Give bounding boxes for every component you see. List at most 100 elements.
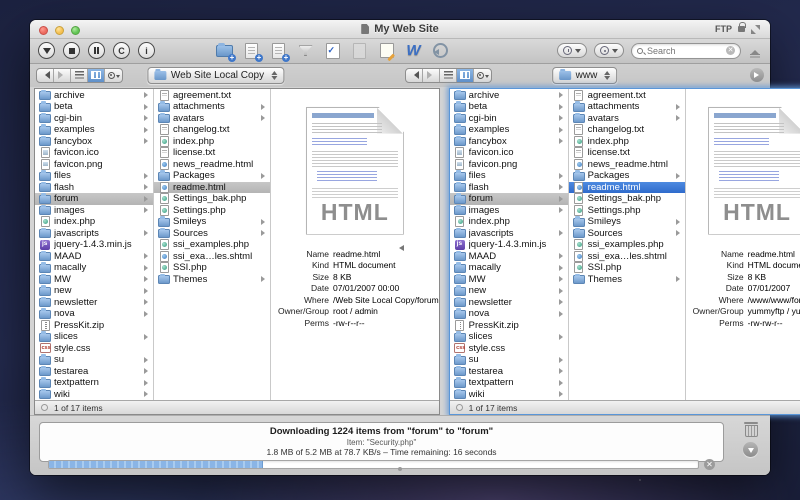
list-item[interactable]: examples (35, 124, 153, 136)
list-item[interactable]: MW (450, 274, 568, 286)
pause-button[interactable] (88, 42, 105, 59)
list-item[interactable]: jquery-1.4.3.min.js (450, 239, 568, 251)
list-item[interactable]: favicon.ico (450, 147, 568, 159)
list-item[interactable]: SSI.php (154, 262, 270, 274)
list-item[interactable]: testarea (450, 366, 568, 378)
forward-button[interactable] (423, 69, 440, 82)
list-item[interactable]: archive (35, 90, 153, 102)
list-item[interactable]: images (35, 205, 153, 217)
list-item[interactable]: flash (450, 182, 568, 194)
list-item[interactable]: Settings.php (569, 205, 685, 217)
fullscreen-icon[interactable] (751, 25, 760, 34)
list-item[interactable]: cgi-bin (450, 113, 568, 125)
right-path-popup[interactable]: www (552, 67, 618, 84)
list-item[interactable]: SSI.php (569, 262, 685, 274)
list-item[interactable]: readme.html (569, 182, 685, 194)
list-item[interactable]: textpattern (35, 377, 153, 389)
list-item[interactable]: Smileys (569, 216, 685, 228)
list-item[interactable]: forum (35, 193, 153, 205)
list-item[interactable]: beta (35, 101, 153, 113)
list-item[interactable]: Settings.php (154, 205, 270, 217)
list-item[interactable]: ssi_examples.php (154, 239, 270, 251)
list-item[interactable]: license.txt (569, 147, 685, 159)
list-item[interactable]: index.php (154, 136, 270, 148)
stop-button[interactable] (63, 42, 80, 59)
list-item[interactable]: attachments (154, 101, 270, 113)
new-file-button[interactable]: + (242, 42, 261, 60)
title-bar[interactable]: My Web Site FTP (30, 20, 770, 39)
minimize-button[interactable] (55, 26, 64, 35)
list-item[interactable]: su (35, 354, 153, 366)
list-item[interactable]: Settings_bak.php (569, 193, 685, 205)
list-item[interactable]: Themes (569, 274, 685, 286)
transfer-go-button[interactable] (38, 42, 55, 59)
list-item[interactable]: favicon.png (35, 159, 153, 171)
info-button[interactable]: i (138, 42, 155, 59)
list-item[interactable]: news_readme.html (569, 159, 685, 171)
webdav-button[interactable]: W (404, 42, 423, 60)
eject-button[interactable] (748, 44, 762, 58)
list-item[interactable]: newsletter (450, 297, 568, 309)
list-item[interactable]: textpattern (450, 377, 568, 389)
close-button[interactable] (39, 26, 48, 35)
list-item[interactable]: changelog.txt (569, 124, 685, 136)
list-item[interactable]: cgi-bin (35, 113, 153, 125)
column-view-button[interactable] (88, 69, 105, 82)
list-item[interactable]: MAAD (35, 251, 153, 263)
list-item[interactable]: forum (450, 193, 568, 205)
settings-dropdown[interactable] (594, 43, 624, 58)
list-item[interactable]: Smileys (154, 216, 270, 228)
resize-handle[interactable] (398, 467, 402, 471)
list-item[interactable]: new (450, 285, 568, 297)
list-item[interactable]: Packages (154, 170, 270, 182)
list-item[interactable]: ssi_exa…les.shtml (569, 251, 685, 263)
edit-button[interactable] (377, 42, 396, 60)
list-item[interactable]: slices (35, 331, 153, 343)
list-item[interactable]: fancybox (35, 136, 153, 148)
filter-button[interactable] (296, 42, 315, 60)
list-item[interactable]: license.txt (154, 147, 270, 159)
list-item[interactable]: javascripts (450, 228, 568, 240)
back-button[interactable] (37, 69, 54, 82)
list-item[interactable]: ssi_exa…les.shtml (154, 251, 270, 263)
list-item[interactable]: flash (35, 182, 153, 194)
history-dropdown[interactable] (557, 43, 587, 58)
list-item[interactable]: su (450, 354, 568, 366)
list-item[interactable]: newsletter (35, 297, 153, 309)
list-item[interactable]: PressKit.zip (35, 320, 153, 332)
list-item[interactable]: readme.html (154, 182, 270, 194)
list-item[interactable]: favicon.ico (35, 147, 153, 159)
list-item[interactable]: agreement.txt (569, 90, 685, 102)
action-menu-button[interactable] (105, 69, 122, 82)
queue-button[interactable] (323, 42, 342, 60)
download-queue-button[interactable] (743, 442, 758, 457)
clear-search-icon[interactable]: ✕ (726, 46, 735, 55)
list-item[interactable]: Settings_bak.php (154, 193, 270, 205)
list-item[interactable]: images (450, 205, 568, 217)
sync-button[interactable] (431, 42, 450, 60)
list-item[interactable]: testarea (35, 366, 153, 378)
list-item[interactable]: files (35, 170, 153, 182)
list-item[interactable]: agreement.txt (154, 90, 270, 102)
list-view-button[interactable] (71, 69, 88, 82)
left-path-popup[interactable]: Web Site Local Copy (147, 67, 284, 84)
list-item[interactable]: style.css (35, 343, 153, 355)
duplicate-file-button[interactable]: + (269, 42, 288, 60)
list-view-button[interactable] (440, 69, 457, 82)
search-field[interactable]: ✕ (631, 43, 741, 59)
list-item[interactable]: Themes (154, 274, 270, 286)
list-item[interactable]: beta (450, 101, 568, 113)
list-item[interactable]: macally (450, 262, 568, 274)
start-transfer-button[interactable] (750, 68, 764, 82)
list-item[interactable]: archive (450, 90, 568, 102)
list-item[interactable]: jquery-1.4.3.min.js (35, 239, 153, 251)
list-item[interactable]: slices (450, 331, 568, 343)
search-input[interactable] (647, 46, 722, 56)
list-item[interactable]: new (35, 285, 153, 297)
list-item[interactable]: PressKit.zip (450, 320, 568, 332)
list-item[interactable]: index.php (35, 216, 153, 228)
list-item[interactable]: Packages (569, 170, 685, 182)
column-view-button[interactable] (457, 69, 474, 82)
pane-divider-handle[interactable] (396, 245, 404, 251)
list-item[interactable]: fancybox (450, 136, 568, 148)
